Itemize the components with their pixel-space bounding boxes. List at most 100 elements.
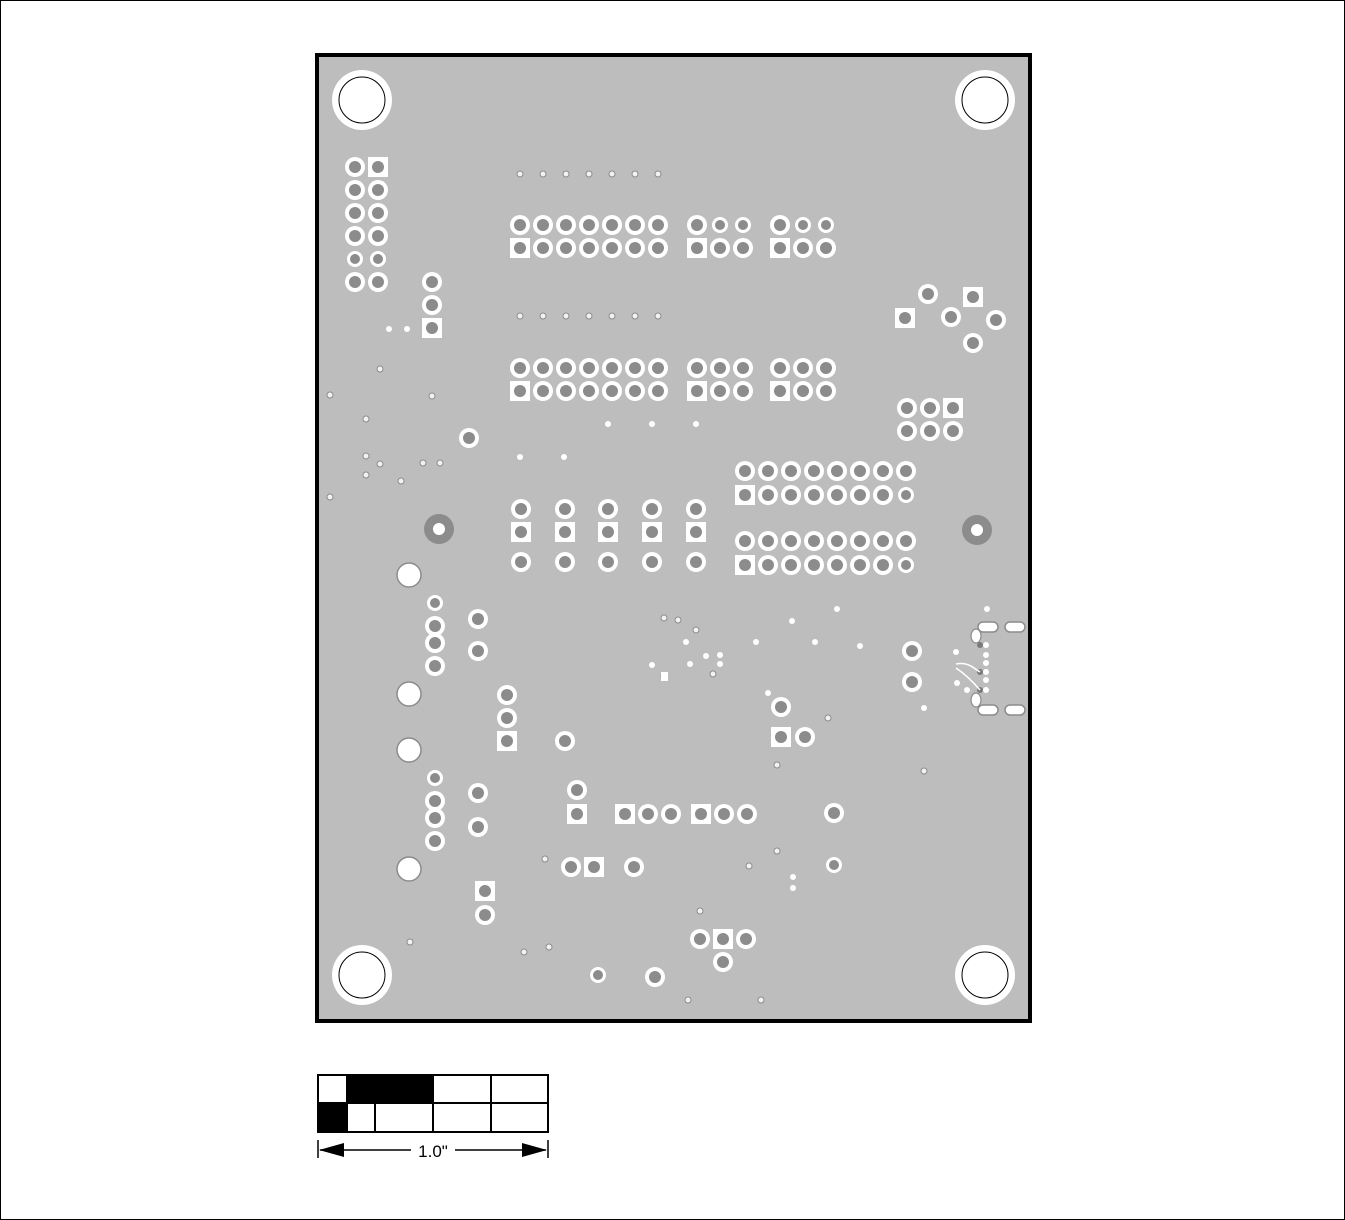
via: [757, 996, 765, 1004]
pad-hole: [606, 385, 618, 397]
pad-hole: [900, 465, 912, 477]
mounting-hole-edge: [961, 951, 1009, 999]
pad-hole: [737, 362, 749, 374]
pad-hole: [350, 254, 360, 264]
via-dot: [693, 421, 699, 427]
pad-hole: [583, 242, 595, 254]
via-dot: [953, 649, 959, 655]
pad-hole: [808, 489, 820, 501]
pad-hole: [854, 535, 866, 547]
pad-hole: [372, 276, 384, 288]
pad-hole: [537, 242, 549, 254]
via: [362, 471, 370, 479]
pad-hole: [967, 291, 979, 303]
via: [545, 943, 553, 951]
pad-hole: [775, 731, 787, 743]
pad-hole: [515, 556, 527, 568]
pad-hole: [717, 933, 729, 945]
via: [773, 847, 781, 855]
pad-hole: [820, 362, 832, 374]
via-dot: [812, 639, 818, 645]
via: [520, 948, 528, 956]
pad-hole: [514, 362, 526, 374]
pad-hole: [831, 465, 843, 477]
pad-hole: [808, 559, 820, 571]
pad-hole: [349, 161, 361, 173]
large-pad-hole: [971, 524, 983, 536]
pad-hole: [628, 861, 640, 873]
pad-hole: [762, 465, 774, 477]
scale-segment-black-bottom: [318, 1103, 347, 1132]
via-dot: [649, 662, 655, 668]
pad-hole: [571, 784, 583, 796]
via: [631, 170, 639, 178]
via: [654, 170, 662, 178]
via-dot: [765, 690, 771, 696]
pad-hole: [854, 489, 866, 501]
via-dot: [954, 680, 960, 686]
pad-hole: [990, 314, 1002, 326]
via-dot: [983, 652, 989, 658]
pad-hole: [947, 425, 959, 437]
via-dot: [687, 661, 693, 667]
pad-hole: [501, 712, 513, 724]
via: [419, 459, 427, 467]
pad-hole: [785, 489, 797, 501]
pad-hole: [472, 613, 484, 625]
via-dot: [753, 639, 759, 645]
pad-hole: [798, 220, 808, 230]
via: [920, 767, 928, 775]
pad-hole: [774, 219, 786, 231]
via: [585, 170, 593, 178]
scale-segment-black-top: [347, 1075, 433, 1103]
pad-hole: [373, 254, 383, 264]
via-dot: [983, 669, 989, 675]
slot-pad: [977, 704, 999, 716]
pad-hole: [714, 385, 726, 397]
pad-hole: [924, 402, 936, 414]
pad-hole: [820, 385, 832, 397]
pad-hole: [429, 795, 441, 807]
pad-hole: [571, 808, 583, 820]
pad-hole: [877, 559, 889, 571]
pad-hole: [690, 503, 702, 515]
pad-hole: [967, 337, 979, 349]
pad-hole: [947, 402, 959, 414]
pad-hole: [429, 835, 441, 847]
pad-hole: [602, 526, 614, 538]
via: [608, 312, 616, 320]
pad-hole: [472, 645, 484, 657]
pad-hole: [559, 556, 571, 568]
via-dot: [517, 454, 523, 460]
pad-hole: [559, 503, 571, 515]
via: [585, 312, 593, 320]
via-dot: [790, 885, 796, 891]
scale-arrow-right-icon: [522, 1143, 547, 1157]
pad-hole: [606, 219, 618, 231]
via: [654, 312, 662, 320]
via: [541, 855, 549, 863]
pad-hole: [808, 535, 820, 547]
via-dot: [703, 653, 709, 659]
via: [376, 460, 384, 468]
pad-hole: [652, 385, 664, 397]
pad-hole: [349, 184, 361, 196]
pad-hole: [901, 425, 913, 437]
pad-hole: [629, 242, 641, 254]
pad-hole: [774, 362, 786, 374]
via: [362, 415, 370, 423]
pad-hole: [629, 362, 641, 374]
pad-hole: [899, 312, 911, 324]
pad-hole: [741, 808, 753, 820]
pad-hole: [560, 362, 572, 374]
pad-hole: [739, 489, 751, 501]
via-dot: [649, 421, 655, 427]
pad-hole: [718, 808, 730, 820]
via: [376, 365, 384, 373]
pad-hole: [426, 322, 438, 334]
pad-hole: [691, 362, 703, 374]
pad-hole: [372, 161, 384, 173]
pad-hole: [349, 230, 361, 242]
mounting-hole-edge: [961, 76, 1009, 124]
via: [696, 907, 704, 915]
